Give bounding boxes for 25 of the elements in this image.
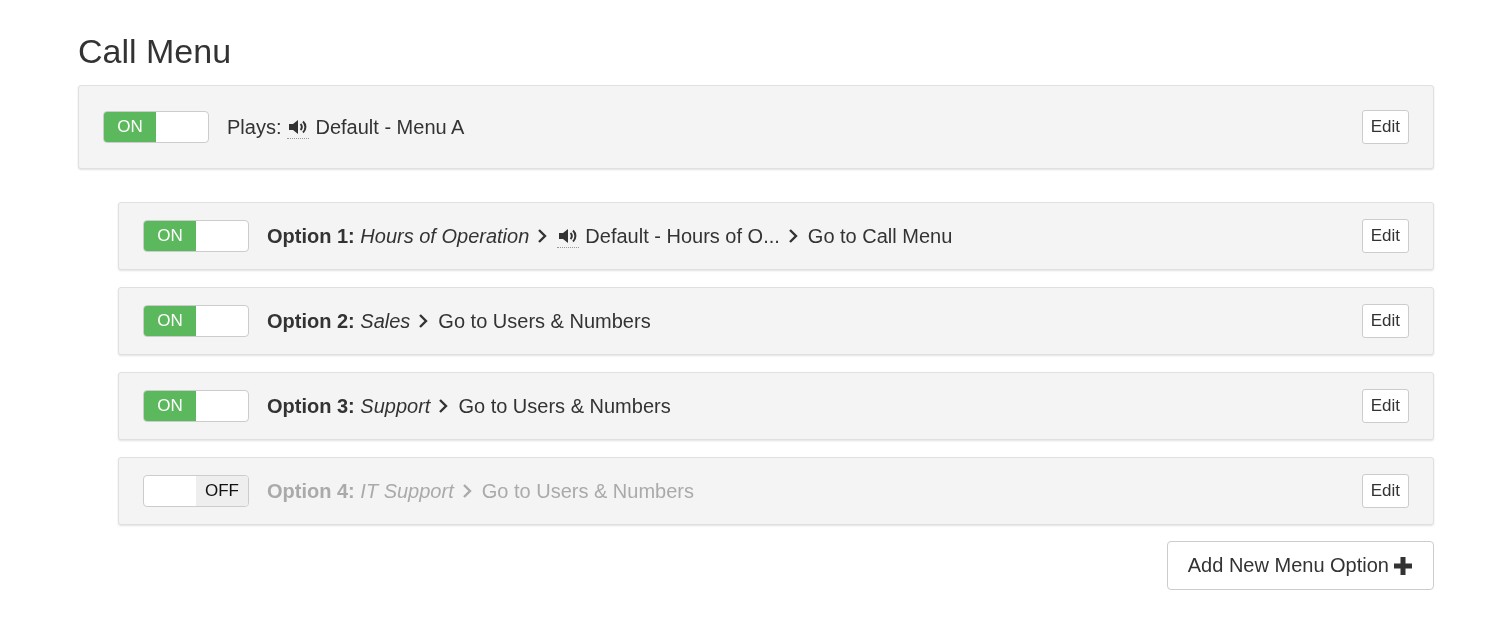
audio-name: Default - Menu A [315,115,465,139]
plus-icon [1393,555,1413,576]
audio-name: Default - Hours of O... [585,224,780,248]
edit-button[interactable]: Edit [1361,219,1409,253]
page-title: Call Menu [78,31,233,72]
edit-button[interactable]: Edit [1361,389,1409,423]
chevron-icon [418,313,429,329]
option-label: Option 4: IT Support [267,479,454,503]
chevron-icon [537,228,548,244]
option-label: Option 1: Hours of Operation [267,224,530,248]
toggle-switch[interactable]: OFF [143,475,249,507]
action-label: Go to Users & Numbers [481,479,694,503]
action-label: Go to Users & Numbers [438,309,651,333]
edit-button[interactable]: Edit [1361,474,1409,508]
option-label: Option 2: Sales [267,309,411,333]
chevron-icon [438,398,449,414]
action-label: Go to Call Menu [807,224,953,248]
action-label: Go to Users & Numbers [458,394,671,418]
chevron-icon [461,483,472,499]
plays-label: Plays: [227,115,282,139]
edit-button[interactable]: Edit [1361,110,1409,144]
chevron-icon [787,228,798,244]
option-label: Option 3: Support [267,394,431,418]
add-option-button[interactable]: Add New Menu Option [1166,541,1434,590]
edit-button[interactable]: Edit [1361,304,1409,338]
